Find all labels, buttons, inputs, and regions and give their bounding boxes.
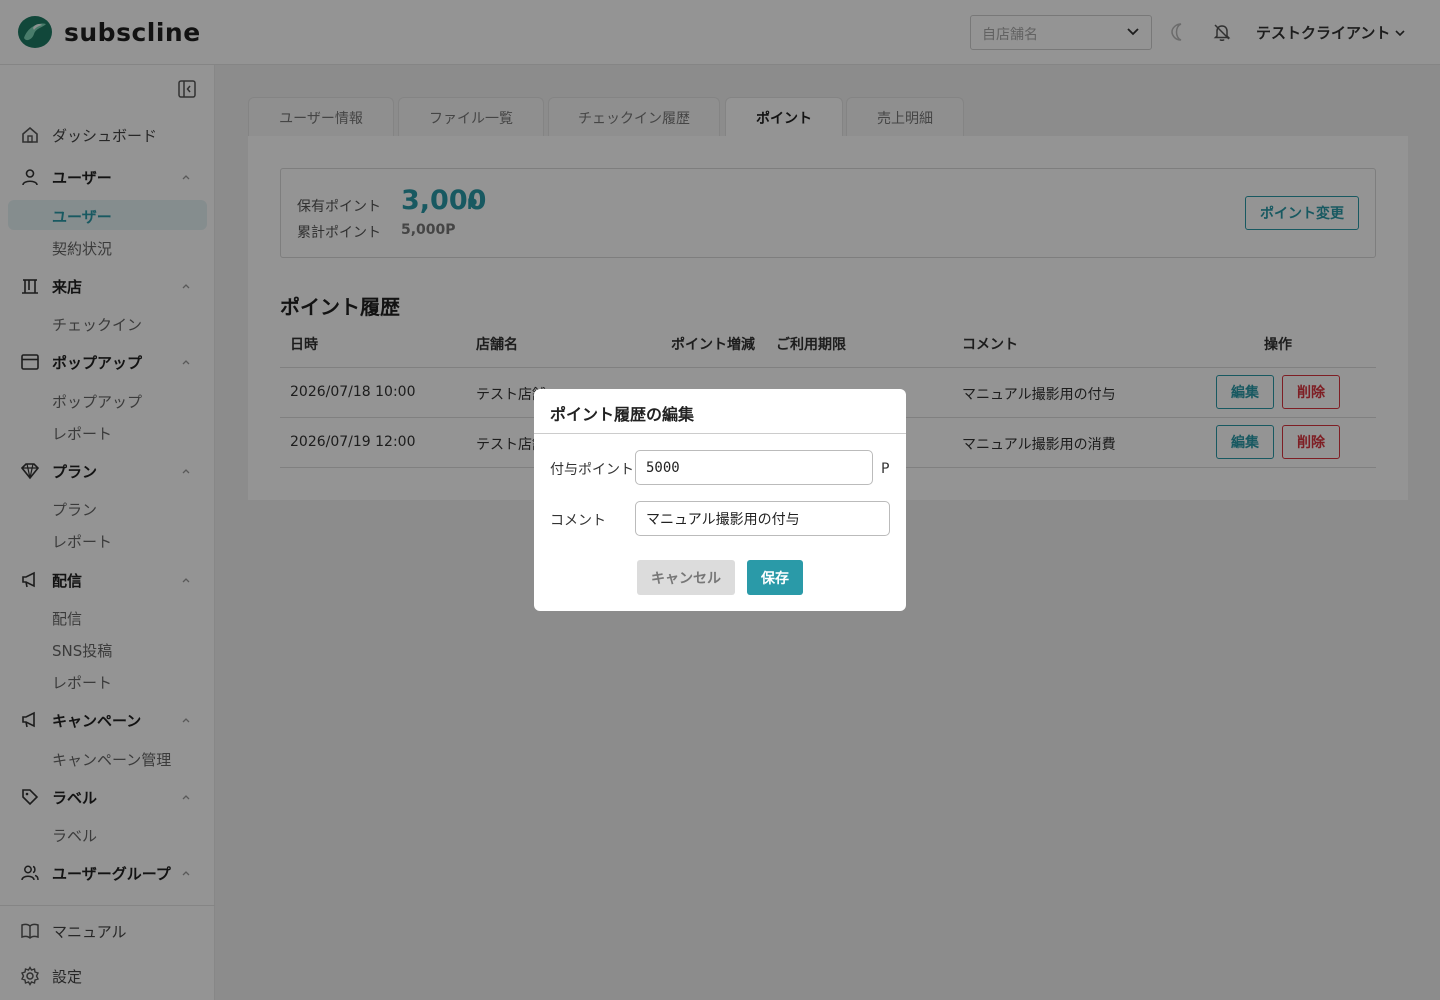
points-input[interactable] — [635, 450, 873, 485]
modal-divider — [534, 433, 906, 434]
points-unit: P — [881, 461, 890, 477]
comment-field-label: コメント — [550, 513, 606, 529]
points-field-label: 付与ポイント — [550, 462, 634, 478]
modal-title: ポイント履歴の編集 — [550, 405, 695, 424]
cancel-button[interactable]: キャンセル — [637, 560, 735, 595]
comment-input[interactable] — [635, 501, 890, 536]
save-button[interactable]: 保存 — [747, 560, 803, 595]
edit-point-history-modal: ポイント履歴の編集 付与ポイント P コメント キャンセル 保存 — [534, 389, 906, 611]
